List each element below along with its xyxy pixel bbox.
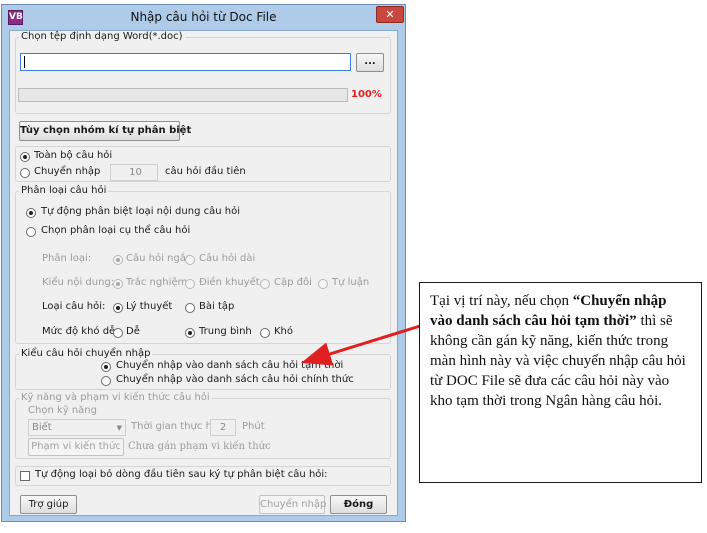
exercise-radio[interactable] (185, 303, 195, 313)
medium-radio[interactable] (185, 328, 195, 338)
note-text-1: Tại vị trí này, nếu chọn (430, 293, 573, 309)
question-count-input[interactable]: 10 (110, 164, 158, 181)
text-caret (24, 56, 25, 68)
skill-dropdown[interactable]: Biết ▼ (28, 419, 126, 436)
question-count-suffix: câu hỏi đầu tiên (165, 166, 246, 177)
multiple-choice-radio[interactable] (113, 279, 123, 289)
time-input[interactable]: 2 (210, 419, 236, 436)
window-title: Nhập câu hỏi từ Doc File (130, 10, 277, 24)
matching-label: Cặp đôi (274, 277, 312, 288)
import-official-radio[interactable] (101, 376, 111, 386)
progress-bar (18, 88, 348, 102)
skill-select-label: Chọn kỹ năng (28, 405, 97, 416)
browse-button[interactable]: ... (356, 53, 384, 72)
knowledge-scope-note: Chưa gán phạm vi kiến thức (128, 441, 271, 452)
scope-all-label: Toàn bộ câu hỏi (34, 150, 113, 161)
file-group (15, 37, 391, 114)
short-question-radio[interactable] (113, 255, 123, 265)
file-path-input[interactable] (20, 53, 351, 71)
dialog-client: Chọn tệp định dạng Word(*.doc) ... 100% … (9, 30, 398, 516)
fill-blank-radio[interactable] (185, 279, 195, 289)
short-question-label: Câu hỏi ngắn (126, 253, 193, 264)
hard-label: Khó (274, 326, 294, 337)
classify-auto-label: Tự động phân biệt loại nội dung câu hỏi (41, 206, 240, 217)
theory-label: Lý thuyết (126, 301, 173, 312)
fill-blank-label: Điền khuyết (199, 277, 260, 288)
import-button[interactable]: Chuyển nhập (259, 495, 326, 514)
skill-dropdown-value: Biết (32, 422, 52, 433)
medium-label: Trung bình (199, 326, 252, 337)
easy-radio[interactable] (113, 328, 123, 338)
knowledge-scope-button[interactable]: Phạm vi kiến thức (28, 438, 124, 456)
close-icon[interactable]: ✕ (376, 6, 404, 23)
matching-radio[interactable] (260, 279, 270, 289)
difficulty-label: Mức độ khó dễ: (42, 326, 119, 337)
auto-remove-checkbox[interactable] (20, 471, 30, 481)
import-temp-label: Chuyển nhập vào danh sách câu hỏi tạm th… (116, 360, 344, 371)
classify-manual-label: Chọn phân loại cụ thể câu hỏi (41, 225, 191, 236)
close-button[interactable]: Đóng (330, 495, 387, 514)
classify-auto-radio[interactable] (26, 208, 36, 218)
auto-remove-label: Tự động loại bỏ dòng đầu tiên sau ký tự … (35, 469, 328, 480)
import-official-label: Chuyển nhập vào danh sách câu hỏi chính … (116, 374, 354, 385)
scope-partial-label: Chuyển nhập (34, 166, 101, 177)
multiple-choice-label: Trắc nghiệm (126, 277, 188, 288)
progress-percent: 100% (351, 89, 382, 100)
essay-label: Tự luận (332, 277, 370, 288)
progress-fill (19, 89, 347, 101)
content-type-label: Kiểu nội dung: (42, 277, 115, 288)
easy-label: Dễ (126, 326, 140, 337)
scope-partial-radio[interactable] (20, 168, 30, 178)
delimiter-options-button[interactable]: Tùy chọn nhóm kí tự phân biệt (19, 121, 191, 141)
hard-radio[interactable] (260, 328, 270, 338)
long-question-radio[interactable] (185, 255, 195, 265)
skills-group-title: Kỹ năng và phạm vi kiến thức câu hỏi (19, 392, 212, 403)
question-type-label: Loại câu hỏi: (42, 301, 106, 312)
title-bar: VB Nhập câu hỏi từ Doc File ✕ (2, 5, 405, 29)
import-type-title: Kiểu câu hỏi chuyển nhập (19, 348, 153, 359)
import-temp-radio[interactable] (101, 362, 111, 372)
scope-all-radio[interactable] (20, 152, 30, 162)
annotation-note: Tại vị trí này, nếu chọn “Chuyển nhập và… (419, 282, 702, 483)
essay-radio[interactable] (318, 279, 328, 289)
exercise-label: Bài tập (199, 301, 235, 312)
file-group-title: Chọn tệp định dạng Word(*.doc) (19, 31, 185, 42)
theory-radio[interactable] (113, 303, 123, 313)
classify-manual-radio[interactable] (26, 227, 36, 237)
category-label: Phân loại: (42, 253, 92, 264)
long-question-label: Câu hỏi dài (199, 253, 256, 264)
classify-group-title: Phân loại câu hỏi (19, 185, 109, 196)
dialog-window: VB Nhập câu hỏi từ Doc File ✕ Chọn tệp đ… (1, 4, 406, 522)
time-unit: Phút (242, 421, 265, 432)
help-button[interactable]: Trợ giúp (20, 495, 77, 514)
chevron-down-icon: ▼ (116, 424, 122, 432)
